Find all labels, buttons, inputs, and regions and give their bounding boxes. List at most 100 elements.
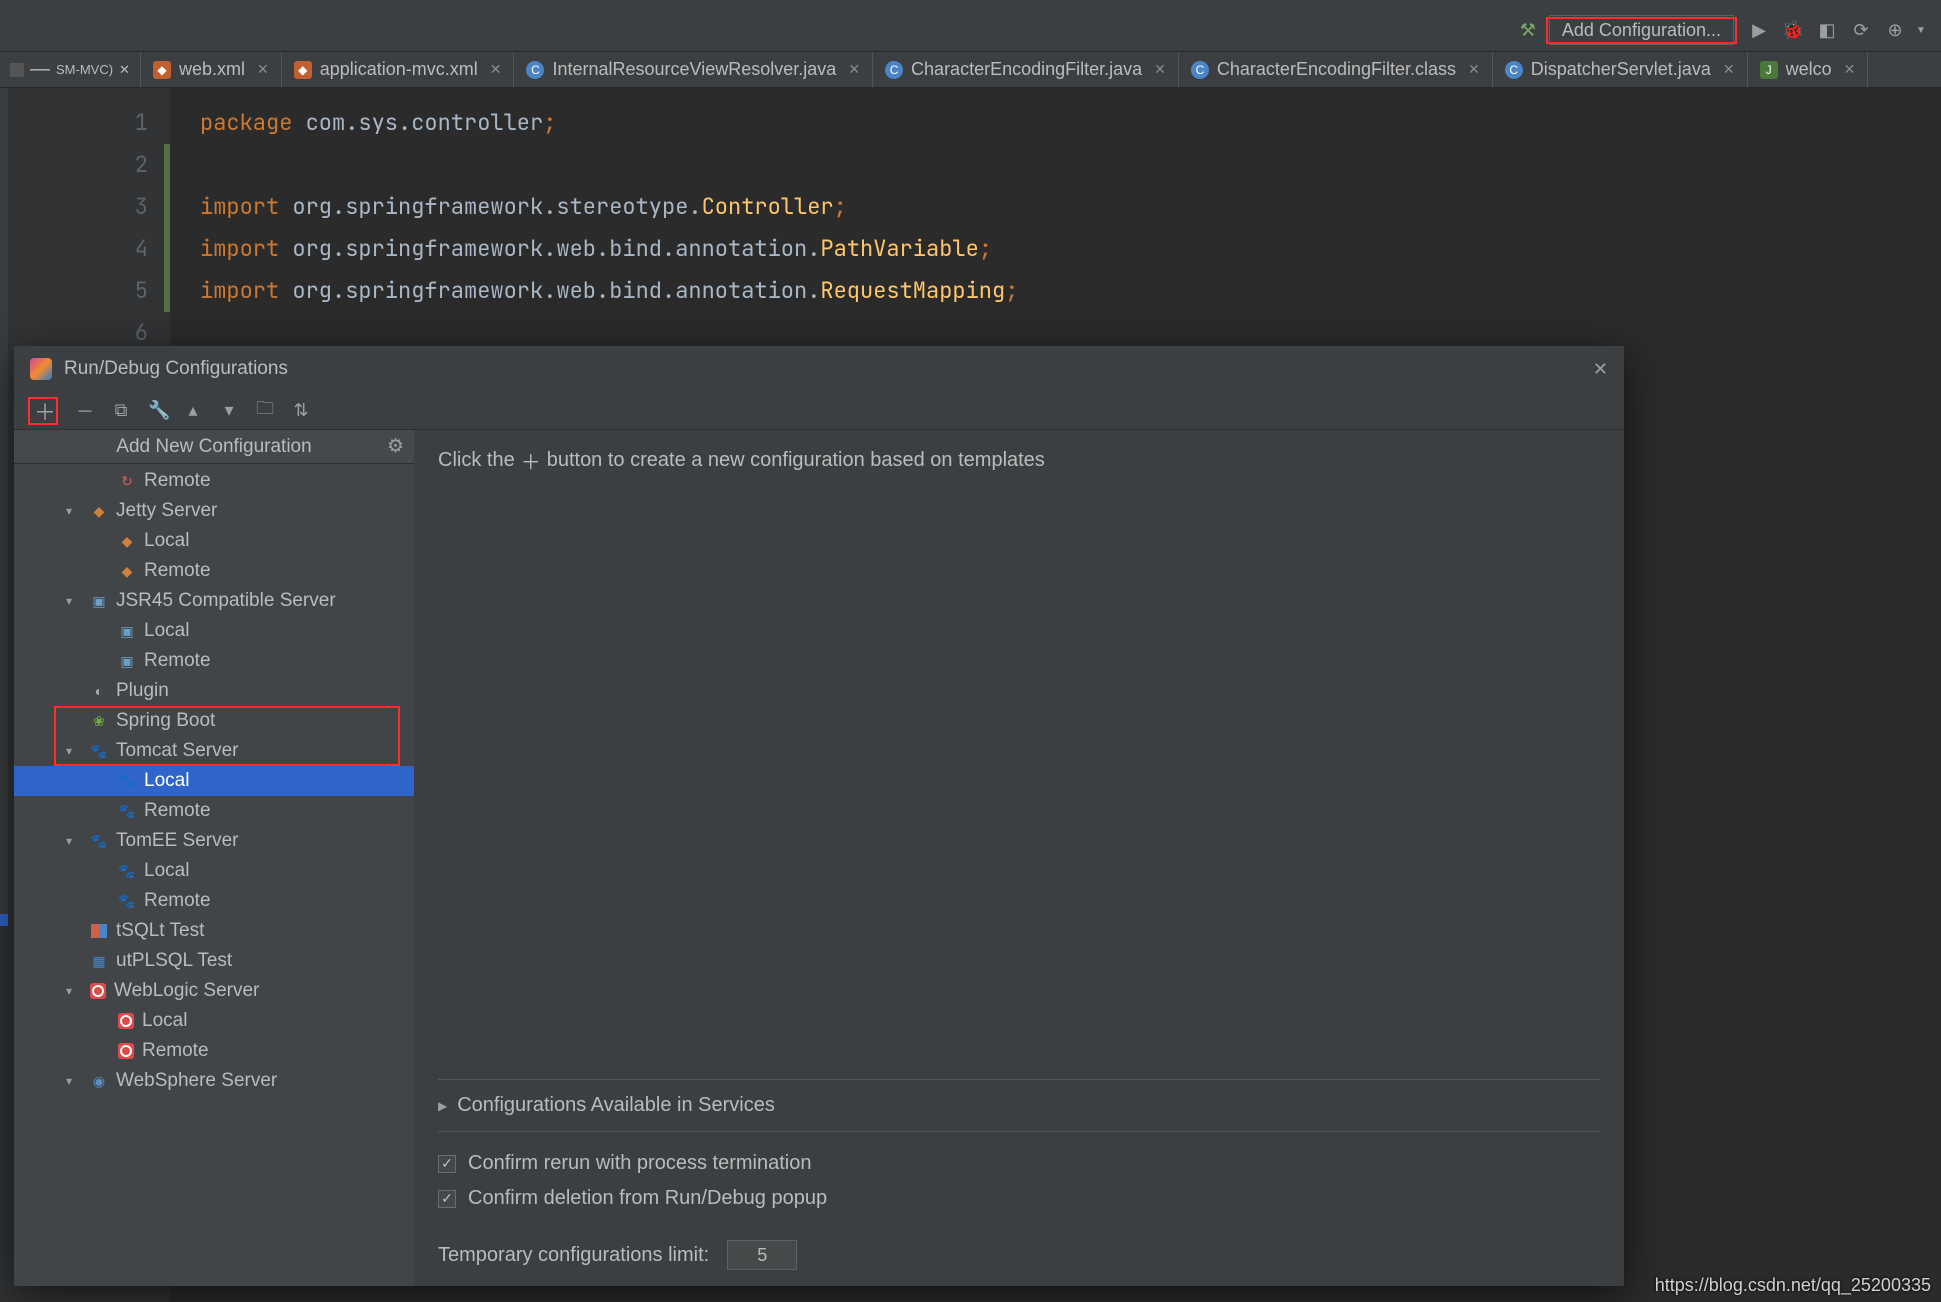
more-run-icon[interactable]: ⊕▼: [1883, 20, 1933, 41]
watermark-url: https://blog.csdn.net/qq_25200335: [1655, 1275, 1931, 1296]
editor-tab[interactable]: ◆application-mvc.xml✕: [282, 52, 515, 87]
empty-hint: Click the ＋ button to create a new confi…: [438, 446, 1600, 475]
tree-node-local[interactable]: ◆Local: [14, 526, 414, 556]
tree-node-remote[interactable]: Remote: [14, 1036, 414, 1066]
tree-node-label: Jetty Server: [116, 500, 217, 522]
checkbox-checked-icon[interactable]: ✓: [438, 1155, 456, 1173]
build-icon[interactable]: ⚒: [1520, 20, 1536, 41]
dialog-close-icon[interactable]: ✕: [1593, 359, 1608, 380]
close-icon[interactable]: ✕: [848, 61, 860, 78]
hint-plus-icon: ＋: [521, 446, 541, 475]
tree-node-spring-boot[interactable]: ❀ Spring Boot: [14, 706, 414, 736]
tree-node-local[interactable]: ▣Local: [14, 616, 414, 646]
run-debug-dialog: Run/Debug Configurations ✕ ＋ － ⧉ 🔧 ▴ ▾ 🗀…: [14, 346, 1624, 1286]
tree-node-label: WebLogic Server: [114, 980, 259, 1002]
copy-icon[interactable]: ⧉: [112, 400, 130, 421]
tab-label: DispatcherServlet.java: [1531, 59, 1711, 80]
tree-node-remote[interactable]: ▣Remote: [14, 646, 414, 676]
editor-tab-bar: — SM-MVC) ✕ ◆web.xml✕◆application-mvc.xm…: [0, 52, 1941, 88]
folder-icon[interactable]: 🗀: [256, 396, 274, 426]
close-icon[interactable]: ✕: [1723, 61, 1735, 78]
tree-node-label: utPLSQL Test: [116, 950, 232, 972]
tree-node-tsqlt-test[interactable]: tSQLt Test: [14, 916, 414, 946]
tree-node-remote[interactable]: 🐾Remote: [14, 886, 414, 916]
close-icon[interactable]: ✕: [490, 61, 502, 78]
hint-pre: Click the: [438, 449, 515, 472]
tree-node-remote[interactable]: ◆Remote: [14, 556, 414, 586]
spring-icon: ❀: [90, 712, 108, 730]
intellij-icon: [30, 358, 52, 380]
close-icon[interactable]: ✕: [1468, 61, 1480, 78]
tree-node-local[interactable]: 🐾Local: [14, 856, 414, 886]
xml-file-icon: ◆: [153, 61, 171, 79]
config-tree[interactable]: ↻Remote▾◆Jetty Server◆Local◆Remote▾▣JSR4…: [14, 464, 414, 1286]
close-icon[interactable]: ✕: [119, 62, 130, 78]
tree-node-jetty-server[interactable]: ▾◆Jetty Server: [14, 496, 414, 526]
minimize-icon: —: [30, 58, 50, 81]
tree-node-jsr45-compatible-server[interactable]: ▾▣JSR45 Compatible Server: [14, 586, 414, 616]
tree-node-local[interactable]: 🐾Local: [14, 766, 414, 796]
tree-node-local[interactable]: Local: [14, 1006, 414, 1036]
run-icon[interactable]: ▶: [1747, 20, 1771, 41]
wrench-icon[interactable]: 🔧: [148, 400, 166, 421]
temp-limit-input[interactable]: [727, 1240, 797, 1270]
remove-icon[interactable]: －: [76, 398, 94, 424]
tree-node-label: Spring Boot: [116, 710, 215, 732]
module-icon: [10, 63, 24, 77]
add-icon[interactable]: ＋: [34, 395, 52, 427]
tree-node-websphere-server[interactable]: ▾◉WebSphere Server: [14, 1066, 414, 1096]
close-icon[interactable]: ✕: [1154, 61, 1166, 78]
checkbox-checked-icon[interactable]: ✓: [438, 1190, 456, 1208]
services-section[interactable]: ▶ Configurations Available in Services: [438, 1079, 1600, 1131]
tree-node-label: Remote: [144, 890, 211, 912]
temp-limit-row: Temporary configurations limit:: [438, 1216, 1600, 1270]
wl-icon: [90, 983, 106, 999]
tree-node-label: Local: [144, 620, 189, 642]
jsr-icon: ▣: [118, 652, 136, 670]
chevron-icon: ▾: [66, 1074, 82, 1088]
editor-tab[interactable]: CInternalResourceViewResolver.java✕: [514, 52, 873, 87]
coverage-icon[interactable]: ◧: [1815, 20, 1839, 41]
tree-node-label: Remote: [144, 470, 211, 492]
tree-node-remote[interactable]: 🐾Remote: [14, 796, 414, 826]
editor-tab[interactable]: ◆ web.xml ✕: [141, 52, 282, 87]
tree-node-label: Remote: [142, 1040, 209, 1062]
sort-icon[interactable]: ⇅: [292, 400, 310, 421]
debug-icon[interactable]: 🐞: [1781, 20, 1805, 41]
jsr-icon: ▣: [90, 592, 108, 610]
config-tree-panel: Add New Configuration ⚙ ↻Remote▾◆Jetty S…: [14, 430, 414, 1286]
tree-node-tomee-server[interactable]: ▾🐾TomEE Server: [14, 826, 414, 856]
add-configuration-button[interactable]: Add Configuration...: [1549, 15, 1734, 45]
java-file-icon: C: [1505, 61, 1523, 79]
editor-tab[interactable]: CCharacterEncodingFilter.class✕: [1179, 52, 1493, 87]
tree-settings-icon[interactable]: ⚙: [387, 435, 404, 458]
tree-node-utplsql-test[interactable]: ▦utPLSQL Test: [14, 946, 414, 976]
tree-node-tomcat-server[interactable]: ▾🐾Tomcat Server: [14, 736, 414, 766]
java-file-icon: C: [526, 61, 544, 79]
tree-node-plugin[interactable]: ◐Plugin: [14, 676, 414, 706]
dialog-title: Run/Debug Configurations: [64, 358, 288, 380]
editor-tab[interactable]: CCharacterEncodingFilter.java✕: [873, 52, 1179, 87]
tomcat-icon: 🐾: [118, 862, 136, 880]
ws-icon: ◉: [90, 1072, 108, 1090]
tree-node-weblogic-server[interactable]: ▾WebLogic Server: [14, 976, 414, 1006]
confirm-rerun-row[interactable]: ✓ Confirm rerun with process termination: [438, 1146, 1600, 1181]
chevron-icon: ▾: [66, 594, 82, 608]
add-config-highlight: Add Configuration...: [1546, 17, 1737, 44]
tree-node-label: Local: [144, 530, 189, 552]
editor-tab[interactable]: C DispatcherServlet.java ✕: [1493, 52, 1748, 87]
down-icon[interactable]: ▾: [220, 400, 238, 421]
tree-node-remote[interactable]: ↻Remote: [14, 466, 414, 496]
tab-label: web.xml: [179, 59, 245, 80]
close-icon[interactable]: ✕: [1844, 61, 1856, 78]
up-icon[interactable]: ▴: [184, 400, 202, 421]
dialog-title-bar: Run/Debug Configurations ✕: [14, 346, 1624, 392]
tomcat-icon: 🐾: [118, 772, 136, 790]
editor-tab[interactable]: Jwelco✕: [1748, 52, 1869, 87]
confirm-delete-row[interactable]: ✓ Confirm deletion from Run/Debug popup: [438, 1181, 1600, 1216]
confirm-delete-label: Confirm deletion from Run/Debug popup: [468, 1187, 827, 1210]
tool-window-tab[interactable]: — SM-MVC) ✕: [0, 52, 141, 87]
tool-window-label: SM-MVC): [56, 62, 113, 77]
profiler-icon[interactable]: ⟳: [1849, 20, 1873, 41]
close-icon[interactable]: ✕: [257, 61, 269, 78]
